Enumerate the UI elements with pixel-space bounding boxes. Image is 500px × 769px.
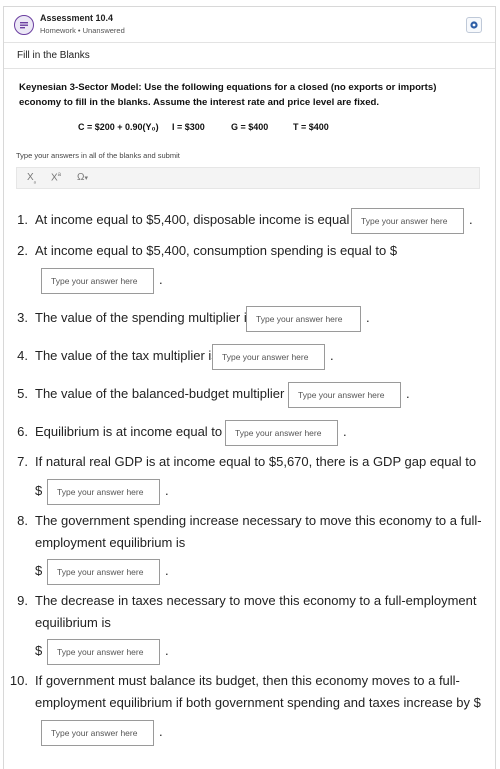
period: . bbox=[330, 348, 334, 363]
question-text: equilibrium is bbox=[35, 615, 111, 630]
dollar-sign: $ bbox=[35, 643, 43, 658]
assessment-icon bbox=[14, 15, 34, 35]
question-text: If government must balance its budget, t… bbox=[35, 673, 460, 688]
period: . bbox=[159, 272, 163, 287]
answer-input-9[interactable] bbox=[47, 639, 160, 665]
equation-consumption: C = $200 + 0.90(Y₀) bbox=[78, 122, 159, 132]
subscript-button[interactable]: Xₐ bbox=[27, 172, 36, 185]
answer-input-4[interactable] bbox=[212, 344, 325, 370]
equation-investment: I = $300 bbox=[172, 122, 205, 132]
period: . bbox=[343, 424, 347, 439]
answer-input-5[interactable] bbox=[288, 382, 401, 408]
question-number: 8. bbox=[17, 513, 28, 528]
answer-input-7[interactable] bbox=[47, 479, 160, 505]
question-text: If natural real GDP is at income equal t… bbox=[35, 454, 477, 469]
period: . bbox=[165, 563, 169, 578]
section-label: Fill in the Blanks bbox=[17, 50, 90, 61]
gear-icon[interactable] bbox=[466, 17, 482, 33]
question-number: 4. bbox=[17, 348, 28, 363]
period: . bbox=[165, 483, 169, 498]
special-characters-button[interactable]: Ω▾ bbox=[77, 172, 88, 183]
instructions: Type your answers in all of the blanks a… bbox=[16, 151, 180, 160]
period: . bbox=[366, 310, 370, 325]
question-number: 6. bbox=[17, 424, 28, 439]
question-text: Equilibrium is at income equal to $ bbox=[35, 424, 233, 439]
question-text: The decrease in taxes necessary to move … bbox=[35, 593, 477, 608]
question-number: 5. bbox=[17, 386, 28, 401]
answer-input-10[interactable] bbox=[41, 720, 154, 746]
answer-input-6[interactable] bbox=[225, 420, 338, 446]
answer-input-1[interactable] bbox=[351, 208, 464, 234]
question-number: 10. bbox=[9, 673, 28, 688]
question-number: 2. bbox=[17, 243, 28, 258]
equation-taxes: T = $400 bbox=[293, 122, 329, 132]
question-number: 7. bbox=[17, 454, 28, 469]
question-text: The value of the tax multiplier is bbox=[35, 348, 218, 363]
section-divider bbox=[4, 68, 495, 69]
question-text: The value of the balanced-budget multipl… bbox=[35, 386, 298, 401]
equation-government: G = $400 bbox=[231, 122, 269, 132]
question-text: At income equal to $5,400, disposable in… bbox=[35, 212, 375, 227]
period: . bbox=[165, 643, 169, 658]
assessment-title: Assessment 10.4 bbox=[40, 13, 114, 23]
question-number: 1. bbox=[17, 212, 28, 227]
answer-input-3[interactable] bbox=[246, 306, 361, 332]
header-divider bbox=[4, 42, 495, 43]
dollar-sign: $ bbox=[35, 483, 43, 498]
question-text: employment equilibrium if both governmen… bbox=[35, 695, 481, 710]
period: . bbox=[406, 386, 410, 401]
question-prompt: Keynesian 3-Sector Model: Use the follow… bbox=[19, 82, 437, 108]
answer-input-2[interactable] bbox=[41, 268, 154, 294]
question-number: 9. bbox=[17, 593, 28, 608]
question-text: The government spending increase necessa… bbox=[35, 513, 482, 528]
question-number: 3. bbox=[17, 310, 28, 325]
superscript-button[interactable]: Xa bbox=[51, 172, 61, 183]
assessment-status: Homework • Unanswered bbox=[40, 26, 125, 35]
question-text: At income equal to $5,400, consumption s… bbox=[35, 243, 398, 258]
period: . bbox=[469, 212, 473, 227]
question-text: employment equilibrium is bbox=[35, 535, 186, 550]
answer-input-8[interactable] bbox=[47, 559, 160, 585]
period: . bbox=[159, 724, 163, 739]
dollar-sign: $ bbox=[35, 563, 43, 578]
formatting-toolbar: Xₐ Xa Ω▾ bbox=[16, 167, 480, 189]
question-text: The value of the spending multiplier is bbox=[35, 310, 254, 325]
